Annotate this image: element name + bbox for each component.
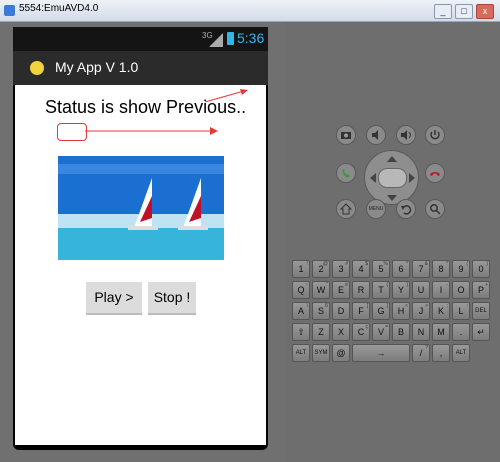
hardware-keyboard: 1! 2 @ 3 # 4 $ 5% 6 ^ 7 & 8 * 9( 0) Q ~ W " Eé R… <box>292 260 495 365</box>
key-period[interactable]: . <box>452 323 470 341</box>
key-enter[interactable]: ↵ <box>472 323 490 341</box>
key-2[interactable]: 2 @ <box>312 260 330 278</box>
key-slash[interactable]: /? <box>412 344 430 362</box>
key-v[interactable]: V = <box>372 323 390 341</box>
key-l[interactable]: L: <box>452 302 470 320</box>
play-button[interactable]: Play > <box>86 282 142 315</box>
key-5[interactable]: 5% <box>372 260 390 278</box>
key-1[interactable]: 1! <box>292 260 310 278</box>
minimize-button[interactable]: _ <box>434 4 452 19</box>
key-b[interactable]: B <box>392 323 410 341</box>
key-t[interactable]: T{ <box>372 281 390 299</box>
key-a[interactable]: A \ <box>292 302 310 320</box>
end-call-icon[interactable] <box>425 163 445 183</box>
key-del[interactable]: DEL <box>472 302 490 320</box>
status-bar: 3G 5:36 <box>13 27 268 51</box>
key-sym[interactable]: SYM <box>312 344 330 362</box>
key-d[interactable]: D <box>332 302 350 320</box>
volume-up-icon[interactable] <box>396 125 416 145</box>
call-icon[interactable] <box>336 163 356 183</box>
close-button[interactable]: x <box>476 4 494 19</box>
menu-button[interactable]: MENU <box>366 199 386 219</box>
key-e[interactable]: Eé <box>332 281 350 299</box>
key-at[interactable]: @ <box>332 344 350 362</box>
clock-app-icon[interactable] <box>30 61 44 75</box>
home-icon[interactable] <box>336 199 356 219</box>
action-bar: My App V 1.0 <box>13 51 268 85</box>
key-z[interactable]: Z <box>312 323 330 341</box>
signal-icon <box>209 33 223 47</box>
key-alt-right[interactable]: ALT <box>452 344 470 362</box>
key-y[interactable]: Y} <box>392 281 410 299</box>
key-comma[interactable]: , <box>432 344 450 362</box>
battery-icon <box>227 32 234 45</box>
key-r[interactable]: R <box>352 281 370 299</box>
emulator-controls: MENU 1! 2 @ 3 # 4 $ 5% 6 ^ 7 & 8 * 9( 0) Q ~ W "… <box>285 22 500 462</box>
key-m[interactable]: M <box>432 323 450 341</box>
status-clock: 5:36 <box>237 30 265 46</box>
key-4[interactable]: 4 $ <box>352 260 370 278</box>
key-s[interactable]: Sß <box>312 302 330 320</box>
text-input[interactable] <box>57 123 87 141</box>
phone-screen: 3G 5:36 My App V 1.0 Status is show Prev… <box>13 27 268 450</box>
key-alt-left[interactable]: ALT <box>292 344 310 362</box>
key-space[interactable]: → <box>352 344 410 362</box>
key-c[interactable]: Cç <box>352 323 370 341</box>
app-content: Status is show Previous.. Play > Stop ! <box>15 85 266 445</box>
volume-down-icon[interactable] <box>366 125 386 145</box>
key-shift[interactable]: ⇧ <box>292 323 310 341</box>
app-title: My App V 1.0 <box>55 59 139 75</box>
power-icon[interactable] <box>425 125 445 145</box>
key-x[interactable]: X <box>332 323 350 341</box>
camera-icon[interactable] <box>336 125 356 145</box>
key-n[interactable]: N <box>412 323 430 341</box>
back-icon[interactable] <box>396 199 416 219</box>
key-f[interactable]: F[ <box>352 302 370 320</box>
key-0[interactable]: 0) <box>472 260 490 278</box>
key-w[interactable]: W " <box>312 281 330 299</box>
window-title: 5554:EmuAVD4.0 <box>19 3 99 14</box>
key-q[interactable]: Q ~ <box>292 281 310 299</box>
key-j[interactable]: J > <box>412 302 430 320</box>
key-g[interactable]: G] <box>372 302 390 320</box>
key-8[interactable]: 8 * <box>432 260 450 278</box>
stop-button[interactable]: Stop ! <box>148 282 196 315</box>
key-7[interactable]: 7 & <box>412 260 430 278</box>
key-k[interactable]: K; <box>432 302 450 320</box>
window-titlebar: 5554:EmuAVD4.0 _ □ x <box>0 0 500 22</box>
key-o[interactable]: O <box>452 281 470 299</box>
key-3[interactable]: 3 # <box>332 260 350 278</box>
sailboats-photo <box>58 156 224 260</box>
key-u[interactable]: U <box>412 281 430 299</box>
key-i[interactable]: I- <box>432 281 450 299</box>
status-text: Status is show Previous.. <box>45 97 247 117</box>
search-icon[interactable] <box>425 199 445 219</box>
dpad[interactable] <box>364 150 419 205</box>
emulator-app-icon <box>4 5 15 16</box>
key-6[interactable]: 6 ^ <box>392 260 410 278</box>
dpad-center-button[interactable] <box>378 168 407 188</box>
key-p[interactable]: P + <box>472 281 490 299</box>
maximize-button[interactable]: □ <box>455 4 473 19</box>
key-h[interactable]: H < <box>392 302 410 320</box>
key-9[interactable]: 9( <box>452 260 470 278</box>
